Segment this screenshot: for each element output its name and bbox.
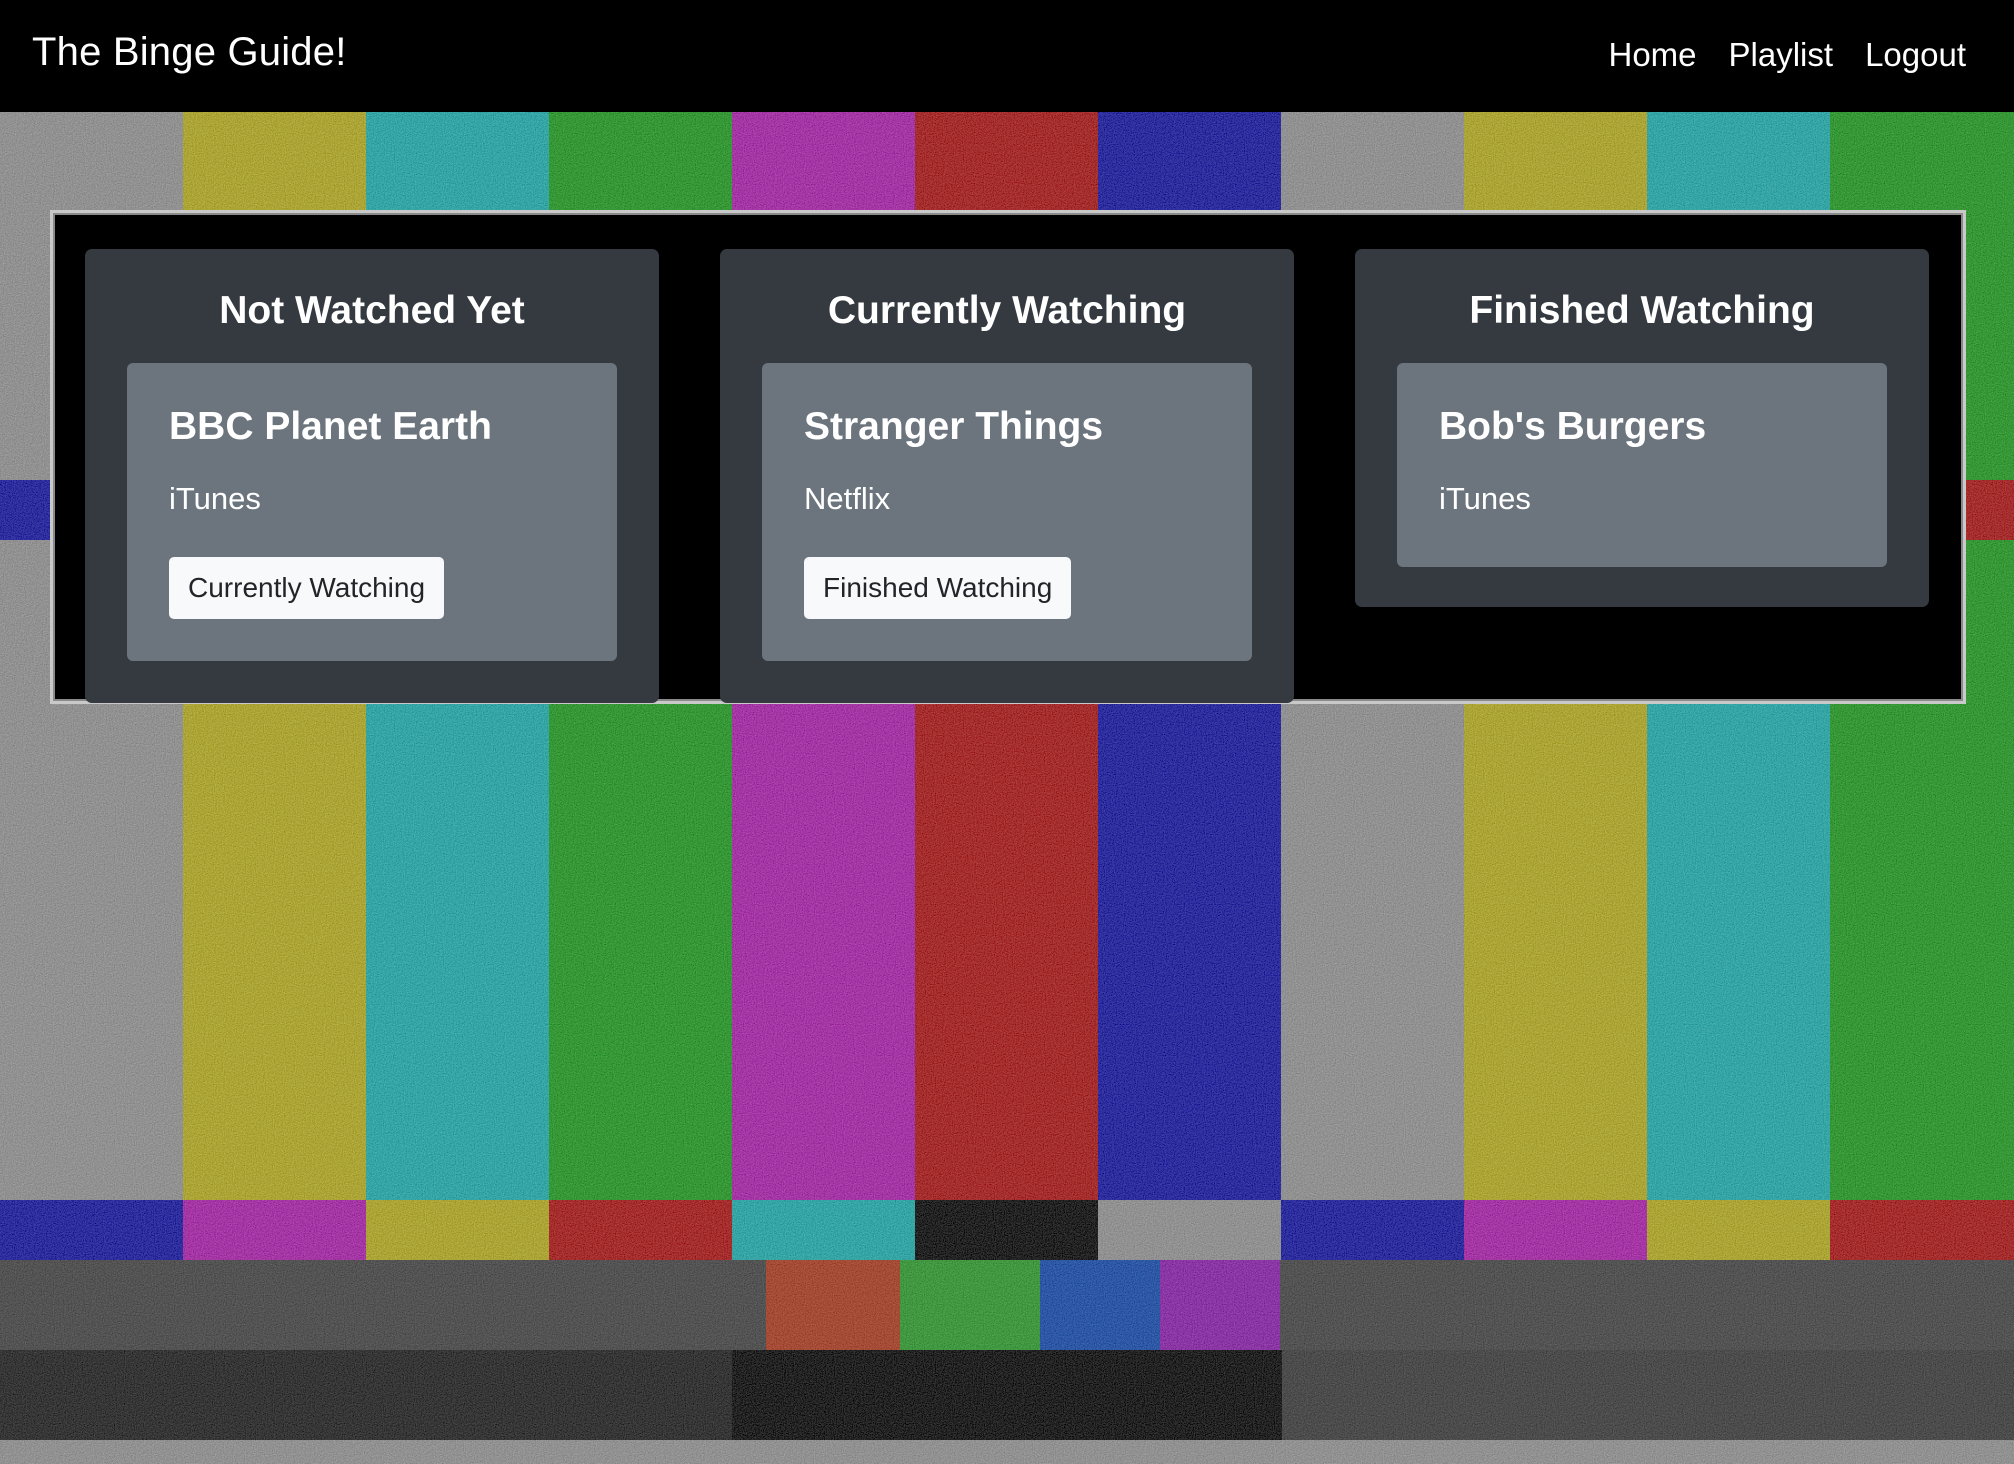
- show-card: Bob's Burgers iTunes: [1397, 363, 1887, 567]
- column-currently-watching: Currently Watching Stranger Things Netfl…: [720, 249, 1294, 703]
- nav-playlist-link[interactable]: Playlist: [1729, 36, 1834, 74]
- column-title: Finished Watching: [1469, 289, 1815, 332]
- show-title: BBC Planet Earth: [169, 405, 492, 448]
- nav-logout-link[interactable]: Logout: [1865, 36, 1966, 74]
- move-to-finished-watching-button[interactable]: Finished Watching: [804, 557, 1072, 619]
- nav-links: Home Playlist Logout: [1609, 36, 1967, 74]
- show-title: Bob's Burgers: [1439, 405, 1707, 448]
- brand-link[interactable]: The Binge Guide!: [32, 30, 347, 75]
- show-card: Stranger Things Netflix Finished Watchin…: [762, 363, 1252, 661]
- column-finished-watching: Finished Watching Bob's Burgers iTunes: [1355, 249, 1929, 607]
- show-title: Stranger Things: [804, 405, 1104, 448]
- column-not-watched-yet: Not Watched Yet BBC Planet Earth iTunes …: [85, 249, 659, 703]
- show-service: Netflix: [804, 481, 891, 516]
- column-title: Currently Watching: [827, 289, 1187, 332]
- column-title: Not Watched Yet: [219, 289, 525, 332]
- show-service: iTunes: [169, 481, 261, 516]
- move-to-currently-watching-button[interactable]: Currently Watching: [169, 557, 445, 619]
- show-card: BBC Planet Earth iTunes Currently Watchi…: [127, 363, 617, 661]
- show-service: iTunes: [1439, 481, 1531, 516]
- watchlist-board: Not Watched Yet BBC Planet Earth iTunes …: [50, 210, 1966, 704]
- top-navbar: The Binge Guide! Home Playlist Logout: [0, 0, 2014, 112]
- nav-home-link[interactable]: Home: [1609, 36, 1697, 74]
